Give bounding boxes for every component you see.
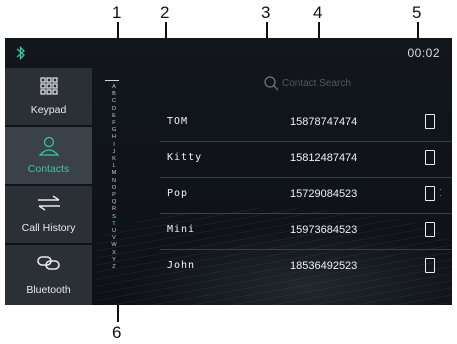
phone-icon[interactable] — [425, 114, 435, 129]
alphabet-letter[interactable]: S — [108, 214, 120, 221]
contact-row[interactable]: TOM 15878747474 — [160, 105, 452, 142]
contact-name: Pop — [167, 188, 189, 199]
contact-number: 15729084523 — [290, 188, 358, 200]
sidebar-item-keypad[interactable]: Keypad — [5, 68, 92, 127]
alphabet-letter[interactable]: B — [108, 91, 120, 98]
alphabet-letter[interactable]: G — [108, 127, 120, 134]
callout-4-label: 4 — [313, 3, 323, 22]
sidebar-item-label: Contacts — [27, 163, 70, 175]
contact-row[interactable]: John 18536492523 — [160, 249, 452, 285]
contact-name: Mini — [167, 224, 196, 235]
bluetooth-status-icon — [16, 45, 25, 61]
alphabet-letter[interactable]: M — [108, 170, 120, 177]
callout-5-label: 5 — [412, 3, 422, 22]
search-input[interactable]: Contact Search — [282, 78, 351, 89]
callout-3-label: 3 — [261, 3, 271, 22]
callout-2-label: 2 — [160, 3, 170, 22]
infotainment-screen: 00:02 Keypad Contacts Call History Bluet… — [5, 38, 452, 305]
alphabet-letter[interactable]: W — [108, 242, 120, 249]
alphabet-letter[interactable]: E — [108, 113, 120, 120]
alphabet-letter[interactable]: Y — [108, 257, 120, 264]
clock: 00:02 — [407, 46, 440, 60]
contact-number: 18536492523 — [290, 260, 358, 272]
alphabet-letter[interactable]: H — [108, 134, 120, 141]
sidebar-item-call-history[interactable]: Call History — [5, 186, 92, 245]
contact-number: 15973684523 — [290, 224, 358, 236]
contact-name: Kitty — [167, 152, 203, 163]
alphabet-letter[interactable]: K — [108, 156, 120, 163]
alphabet-letter[interactable]: L — [108, 163, 120, 170]
contacts-icon — [38, 136, 59, 156]
alphabet-letter[interactable]: C — [108, 98, 120, 105]
alphabet-letter[interactable]: R — [108, 206, 120, 213]
contact-name: TOM — [167, 116, 189, 127]
status-bar: 00:02 — [5, 38, 452, 68]
alphabet-letter[interactable]: D — [108, 106, 120, 113]
phone-icon[interactable] — [425, 186, 435, 201]
sidebar-item-label: Keypad — [30, 104, 67, 116]
alphabet-letter[interactable]: Z — [108, 264, 120, 271]
alphabet-index[interactable]: A B C D E F G H I J K L M N O P Q R S T … — [105, 80, 120, 296]
contact-row[interactable]: Pop 15729084523 · · — [160, 177, 452, 214]
alphabet-top-marker — [105, 72, 119, 81]
alphabet-letter-highlighted[interactable]: T — [108, 221, 120, 228]
alphabet-letter[interactable]: P — [108, 192, 120, 199]
alphabet-letter[interactable]: U — [108, 228, 120, 235]
sidebar: Keypad Contacts Call History Bluetooth — [5, 68, 92, 305]
alphabet-letter[interactable]: N — [108, 178, 120, 185]
bluetooth-link-icon — [36, 256, 60, 270]
contact-row[interactable]: Mini 15973684523 — [160, 213, 452, 250]
phone-icon[interactable] — [425, 222, 435, 237]
callout-6-label: 6 — [112, 323, 122, 342]
alphabet-letter[interactable]: Q — [108, 199, 120, 206]
alphabet-letter[interactable]: J — [108, 149, 120, 156]
alphabet-letter[interactable]: I — [108, 142, 120, 149]
callout-1-label: 1 — [112, 3, 122, 22]
sidebar-item-label: Bluetooth — [26, 284, 71, 296]
sidebar-item-bluetooth[interactable]: Bluetooth — [5, 245, 92, 305]
alphabet-letter[interactable]: X — [108, 250, 120, 257]
alphabet-letter[interactable]: A — [108, 84, 120, 91]
contact-number: 15878747474 — [290, 116, 358, 128]
scroll-indicator-icon: · · — [439, 185, 442, 200]
sidebar-item-label: Call History — [21, 222, 76, 234]
alphabet-letter[interactable]: F — [108, 120, 120, 127]
contact-number: 15812487474 — [290, 152, 358, 164]
keypad-icon — [39, 77, 58, 95]
alphabet-letter[interactable]: O — [108, 185, 120, 192]
phone-icon[interactable] — [425, 258, 435, 273]
contact-name: John — [167, 260, 196, 271]
sidebar-item-contacts[interactable]: Contacts — [5, 127, 92, 186]
phone-icon[interactable] — [425, 150, 435, 165]
search-icon — [264, 76, 279, 91]
contact-search[interactable]: Contact Search — [264, 75, 414, 95]
alphabet-letter[interactable]: V — [108, 235, 120, 242]
contact-row[interactable]: Kitty 15812487474 — [160, 141, 452, 178]
call-history-icon — [37, 195, 60, 211]
